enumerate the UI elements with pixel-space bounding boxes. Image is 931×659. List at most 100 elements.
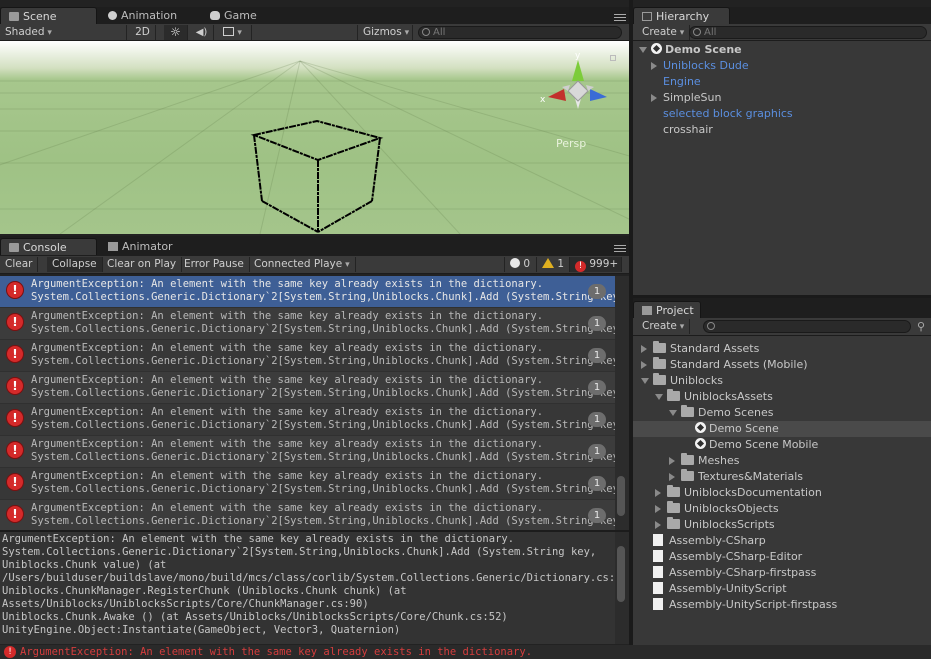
connected-player-dropdown[interactable]: Connected Playe: [249, 257, 356, 272]
project-item-assembly-csharp[interactable]: Assembly-CSharp: [637, 533, 766, 549]
project-tree[interactable]: Standard Assets Standard Assets (Mobile) U…: [633, 336, 931, 645]
console-log-list[interactable]: ! ArgumentException: An element with the…: [0, 276, 615, 530]
project-item-demo-scene-mobile[interactable]: Demo Scene Mobile: [679, 437, 818, 453]
expand-arrow-icon[interactable]: [639, 47, 647, 53]
expand-arrow-icon[interactable]: [655, 394, 663, 400]
orientation-gizmo[interactable]: y x: [538, 51, 618, 131]
expand-arrow-icon[interactable]: [651, 94, 657, 102]
gizmos-dropdown[interactable]: Gizmos: [357, 25, 413, 40]
hierarchy-item-simplesun[interactable]: SimpleSun: [651, 90, 722, 106]
console-icon: [9, 243, 19, 252]
collapse-count-badge: 1: [588, 380, 606, 395]
project-item-assembly-unityscript-firstpass[interactable]: Assembly-UnityScript-firstpass: [637, 597, 837, 613]
hierarchy-tree[interactable]: Demo Scene Uniblocks Dude Engine SimpleS…: [633, 41, 931, 295]
error-icon: !: [6, 505, 24, 523]
expand-arrow-icon[interactable]: [655, 489, 661, 497]
project-item-demo-scenes[interactable]: Demo Scenes: [665, 405, 773, 421]
hierarchy-item-uniblocks-dude[interactable]: Uniblocks Dude: [651, 58, 749, 74]
lighting-toggle[interactable]: ☼: [164, 25, 188, 40]
tab-animator[interactable]: Animator: [100, 238, 181, 255]
project-item-assembly-csharp-editor[interactable]: Assembly-CSharp-Editor: [637, 549, 802, 565]
tab-animation[interactable]: Animation: [100, 7, 185, 24]
folder-icon: [667, 501, 680, 513]
hierarchy-item-crosshair[interactable]: crosshair: [663, 122, 713, 138]
tab-hierarchy[interactable]: Hierarchy: [633, 7, 730, 24]
console-panel-menu-icon[interactable]: [614, 245, 626, 255]
search-by-type-icon[interactable]: ⚲: [917, 320, 925, 333]
log-entry[interactable]: ! ArgumentException: An element with the…: [0, 500, 615, 530]
project-item-assembly-unityscript[interactable]: Assembly-UnityScript: [637, 581, 787, 597]
console-list-scrollbar[interactable]: [615, 276, 629, 530]
lock-icon[interactable]: [610, 55, 616, 61]
log-entry[interactable]: ! ArgumentException: An element with the…: [0, 308, 615, 340]
log-entry[interactable]: ! ArgumentException: An element with the…: [0, 372, 615, 404]
expand-arrow-icon[interactable]: [641, 345, 647, 353]
tab-scene[interactable]: Scene: [0, 7, 97, 24]
error-icon: !: [575, 261, 586, 272]
project-item-standard-assets[interactable]: Standard Assets: [637, 341, 759, 357]
console-detail-text[interactable]: ArgumentException: An element with the s…: [0, 532, 615, 644]
axis-gizmo-icon: [548, 60, 607, 109]
log-filter-toggle[interactable]: 0: [504, 257, 537, 272]
project-item-uniblocksobjects[interactable]: UniblocksObjects: [651, 501, 779, 517]
project-item-assembly-csharp-firstpass[interactable]: Assembly-CSharp-firstpass: [637, 565, 816, 581]
project-item-uniblocksassets[interactable]: UniblocksAssets: [651, 389, 773, 405]
hierarchy-item-engine[interactable]: Engine: [663, 74, 701, 90]
expand-arrow-icon[interactable]: [641, 361, 647, 369]
shading-mode-dropdown[interactable]: Shaded: [0, 25, 127, 40]
cube-wireframe[interactable]: [0, 41, 629, 234]
hierarchy-search-input[interactable]: All: [689, 26, 927, 39]
log-entry[interactable]: ! ArgumentException: An element with the…: [0, 436, 615, 468]
expand-arrow-icon[interactable]: [669, 410, 677, 416]
scene-viewport[interactable]: y x Persp: [0, 41, 629, 234]
scrollbar-thumb[interactable]: [617, 476, 625, 516]
info-icon: [510, 258, 520, 268]
folder-icon: [667, 389, 680, 401]
log-entry[interactable]: ! ArgumentException: An element with the…: [0, 468, 615, 500]
log-entry[interactable]: ! ArgumentException: An element with the…: [0, 276, 615, 308]
scene-panel-menu-icon[interactable]: [614, 14, 626, 24]
status-bar[interactable]: ! ArgumentException: An element with the…: [0, 645, 931, 659]
clear-button[interactable]: Clear: [0, 257, 39, 272]
hierarchy-create-dropdown[interactable]: Create: [637, 25, 691, 40]
folder-icon: [667, 517, 680, 529]
error-icon: !: [4, 646, 16, 658]
project-item-uniblocks[interactable]: Uniblocks: [637, 373, 723, 389]
persp-label[interactable]: Persp: [556, 137, 586, 150]
clear-on-play-toggle[interactable]: Clear on Play: [102, 257, 183, 272]
unity-scene-icon: [695, 438, 706, 449]
expand-arrow-icon[interactable]: [669, 473, 675, 481]
scene-search-input[interactable]: All: [418, 26, 622, 39]
scrollbar-thumb[interactable]: [617, 546, 625, 602]
effects-dropdown[interactable]: [218, 25, 252, 40]
project-item-meshes[interactable]: Meshes: [665, 453, 739, 469]
hierarchy-tabbar: Hierarchy: [633, 7, 931, 24]
tab-project[interactable]: Project: [633, 301, 701, 318]
hierarchy-item-selected-block-graphics[interactable]: selected block graphics: [663, 106, 793, 122]
tab-console[interactable]: Console: [0, 238, 97, 255]
project-create-dropdown[interactable]: Create: [637, 319, 691, 334]
expand-arrow-icon[interactable]: [655, 505, 661, 513]
collapse-toggle[interactable]: Collapse: [47, 257, 103, 272]
project-item-textures-materials[interactable]: Textures&Materials: [665, 469, 803, 485]
project-item-uniblocksdocumentation[interactable]: UniblocksDocumentation: [651, 485, 822, 501]
project-item-standard-assets-mobile[interactable]: Standard Assets (Mobile): [637, 357, 808, 373]
console-detail-scrollbar[interactable]: [615, 532, 629, 644]
warning-filter-toggle[interactable]: 1: [537, 257, 570, 272]
project-item-uniblocksscripts[interactable]: UniblocksScripts: [651, 517, 775, 533]
project-search-input[interactable]: [703, 320, 911, 333]
audio-toggle[interactable]: ◀︎): [190, 25, 214, 40]
expand-arrow-icon[interactable]: [641, 378, 649, 384]
hierarchy-scene-root[interactable]: Demo Scene: [637, 42, 927, 58]
log-entry[interactable]: ! ArgumentException: An element with the…: [0, 340, 615, 372]
expand-arrow-icon[interactable]: [669, 457, 675, 465]
expand-arrow-icon[interactable]: [651, 62, 657, 70]
error-filter-toggle[interactable]: ! 999+: [570, 257, 622, 272]
error-pause-toggle[interactable]: Error Pause: [179, 257, 250, 272]
log-entry[interactable]: ! ArgumentException: An element with the…: [0, 404, 615, 436]
hierarchy-toolbar: Create All: [633, 24, 931, 41]
expand-arrow-icon[interactable]: [655, 521, 661, 529]
tab-game[interactable]: Game: [202, 7, 265, 24]
project-item-demo-scene[interactable]: Demo Scene: [633, 421, 931, 437]
2d-mode-toggle[interactable]: 2D: [130, 25, 156, 40]
